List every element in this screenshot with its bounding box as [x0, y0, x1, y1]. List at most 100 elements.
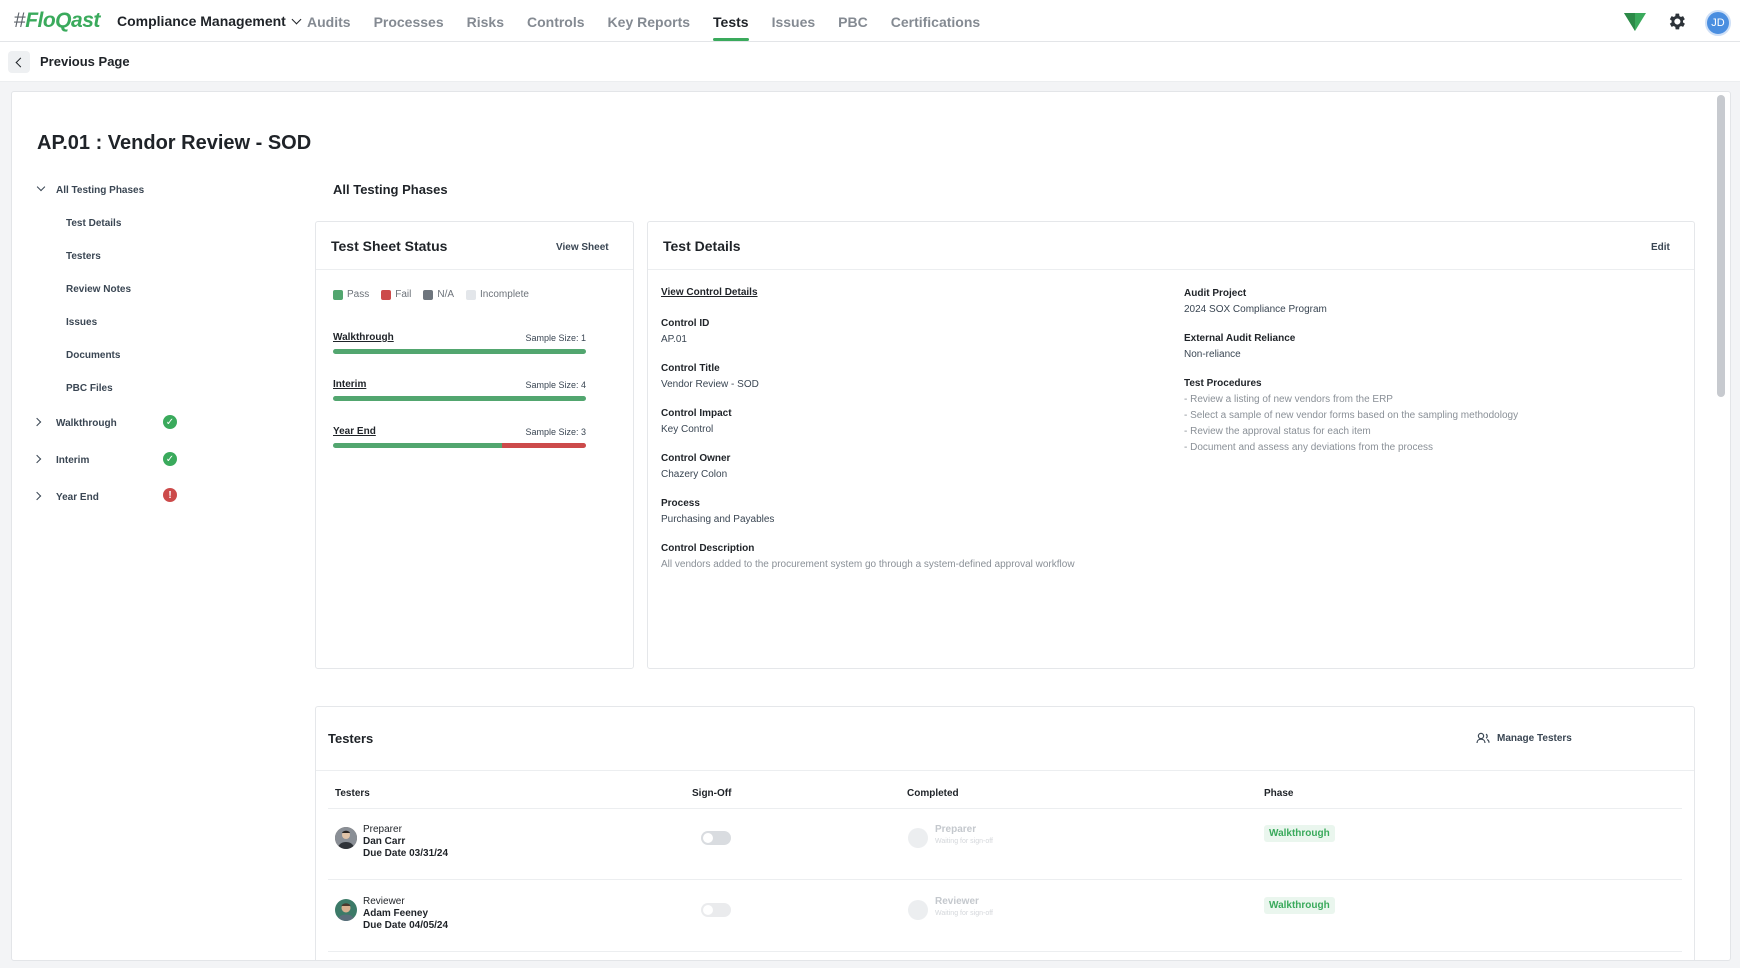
app-switcher-dropdown[interactable]: Compliance Management [117, 13, 302, 29]
status-legend: Pass Fail N/A Incomplete [333, 289, 529, 300]
app-switcher-label: Compliance Management [117, 13, 286, 29]
floqast-logo[interactable]: #FloQast [14, 9, 100, 33]
row-divider [328, 808, 1682, 809]
legend-label: Fail [395, 289, 412, 300]
check-circle-icon: ✓ [163, 415, 177, 429]
chevron-right-icon[interactable] [32, 454, 42, 464]
row-divider [328, 951, 1682, 952]
alert-circle-icon: ! [163, 488, 177, 502]
legend-swatch [381, 289, 392, 300]
legend-label: N/A [437, 289, 455, 300]
nav-tab-processes[interactable]: Processes [374, 0, 444, 42]
page-title: AP.01 : Vendor Review - SOD [37, 132, 312, 154]
left-nav-all-testing-phases[interactable]: All Testing Phases [56, 185, 144, 196]
detail-value: AP.01 [661, 334, 687, 345]
sign-off-toggle[interactable] [701, 903, 731, 917]
detail-label: Control Title [661, 363, 720, 374]
detail-label: Control ID [661, 318, 710, 329]
procedure-line: - Review a listing of new vendors from t… [1184, 394, 1393, 405]
test-details-panel: Test Details Edit View Control Details C… [647, 221, 1695, 669]
tester-name: Adam Feeney [363, 908, 429, 919]
user-placeholder-icon [908, 900, 928, 920]
previous-page-link[interactable]: Previous Page [40, 54, 130, 69]
nav-tab-controls[interactable]: Controls [527, 0, 585, 42]
procedure-line: - Select a sample of new vendor forms ba… [1184, 410, 1519, 421]
completed-status: Waiting for sign-off [935, 910, 993, 917]
detail-value: 2024 SOX Compliance Program [1184, 304, 1327, 315]
avatar [335, 827, 357, 849]
column-header-sign-off: Sign-Off [692, 788, 732, 799]
user-placeholder-icon [908, 828, 928, 848]
panel-header: Test Details Edit [648, 222, 1694, 270]
chevron-right-icon[interactable] [32, 491, 42, 501]
legend-swatch [466, 289, 477, 300]
sample-size: Sample Size: 4 [525, 380, 586, 390]
detail-value: Chazery Colon [661, 469, 728, 480]
progress-segment-pass [333, 443, 502, 448]
phase-name-link[interactable]: Walkthrough [333, 332, 394, 343]
legend-pass: Pass [333, 289, 369, 300]
tester-role: Reviewer [363, 896, 405, 907]
nav-tab-key-reports[interactable]: Key Reports [608, 0, 690, 42]
panel-title: Test Sheet Status [331, 238, 448, 254]
gear-icon[interactable] [1666, 11, 1687, 32]
left-nav-test-details[interactable]: Test Details [66, 218, 121, 229]
scrollbar[interactable] [1717, 95, 1725, 397]
left-nav-testers[interactable]: Testers [66, 251, 101, 262]
sample-size: Sample Size: 3 [525, 427, 586, 437]
detail-value: All vendors added to the procurement sys… [661, 559, 1075, 570]
nav-tab-pbc[interactable]: PBC [838, 0, 868, 42]
left-nav-year-end[interactable]: Year End [56, 492, 99, 503]
edit-button[interactable]: Edit [1651, 242, 1670, 253]
progress-bar [333, 396, 586, 401]
check-circle-icon: ✓ [163, 452, 177, 466]
view-control-details-link[interactable]: View Control Details [661, 287, 758, 298]
nav-tab-certifications[interactable]: Certifications [891, 0, 980, 42]
legend-incomplete: Incomplete [466, 289, 529, 300]
chevron-right-icon[interactable] [32, 417, 42, 427]
back-button[interactable] [8, 51, 30, 73]
phase-chip: Walkthrough [1264, 825, 1335, 842]
sample-size: Sample Size: 1 [525, 333, 586, 343]
detail-label: Control Description [661, 543, 755, 554]
legend-label: Incomplete [480, 289, 529, 300]
manage-testers-button[interactable]: Manage Testers [1476, 732, 1572, 744]
left-nav-review-notes[interactable]: Review Notes [66, 284, 131, 295]
nav-tab-tests[interactable]: Tests [713, 0, 749, 42]
manage-testers-label: Manage Testers [1497, 732, 1572, 744]
users-icon [1476, 732, 1490, 744]
detail-value: Key Control [661, 424, 714, 435]
legend-swatch [423, 289, 434, 300]
avatar-photo [335, 899, 357, 921]
column-header-phase: Phase [1264, 788, 1294, 799]
phase-name-link[interactable]: Interim [333, 379, 366, 390]
user-avatar[interactable]: JD [1705, 10, 1731, 36]
left-nav-pbc-files[interactable]: PBC Files [66, 383, 113, 394]
left-nav-walkthrough[interactable]: Walkthrough [56, 418, 117, 429]
view-sheet-button[interactable]: View Sheet [556, 242, 609, 253]
detail-label: Control Impact [661, 408, 732, 419]
completed-role: Preparer [935, 824, 977, 835]
main-nav-tabs: Audits Processes Risks Controls Key Repo… [307, 0, 1003, 42]
top-nav-bar: #FloQast Compliance Management Audits Pr… [0, 0, 1740, 42]
test-sheet-status-panel: Test Sheet Status View Sheet Pass Fail N… [315, 221, 634, 669]
sign-off-toggle[interactable] [701, 831, 731, 845]
phase-chip: Walkthrough [1264, 897, 1335, 914]
floqast-flag-icon[interactable] [1623, 11, 1647, 33]
detail-label: Process [661, 498, 700, 509]
nav-tab-risks[interactable]: Risks [467, 0, 504, 42]
detail-value: Purchasing and Payables [661, 514, 775, 525]
detail-label: External Audit Reliance [1184, 333, 1296, 344]
avatar [335, 899, 357, 921]
left-nav-interim[interactable]: Interim [56, 455, 89, 466]
detail-value: Non-reliance [1184, 349, 1241, 360]
back-bar: Previous Page [0, 42, 1740, 82]
chevron-down-icon[interactable] [36, 182, 46, 192]
section-title: All Testing Phases [333, 182, 448, 197]
nav-tab-audits[interactable]: Audits [307, 0, 351, 42]
left-nav-issues[interactable]: Issues [66, 317, 97, 328]
left-nav-documents[interactable]: Documents [66, 350, 120, 361]
phase-name-link[interactable]: Year End [333, 426, 376, 437]
tester-name: Dan Carr [363, 836, 406, 847]
nav-tab-issues[interactable]: Issues [772, 0, 816, 42]
